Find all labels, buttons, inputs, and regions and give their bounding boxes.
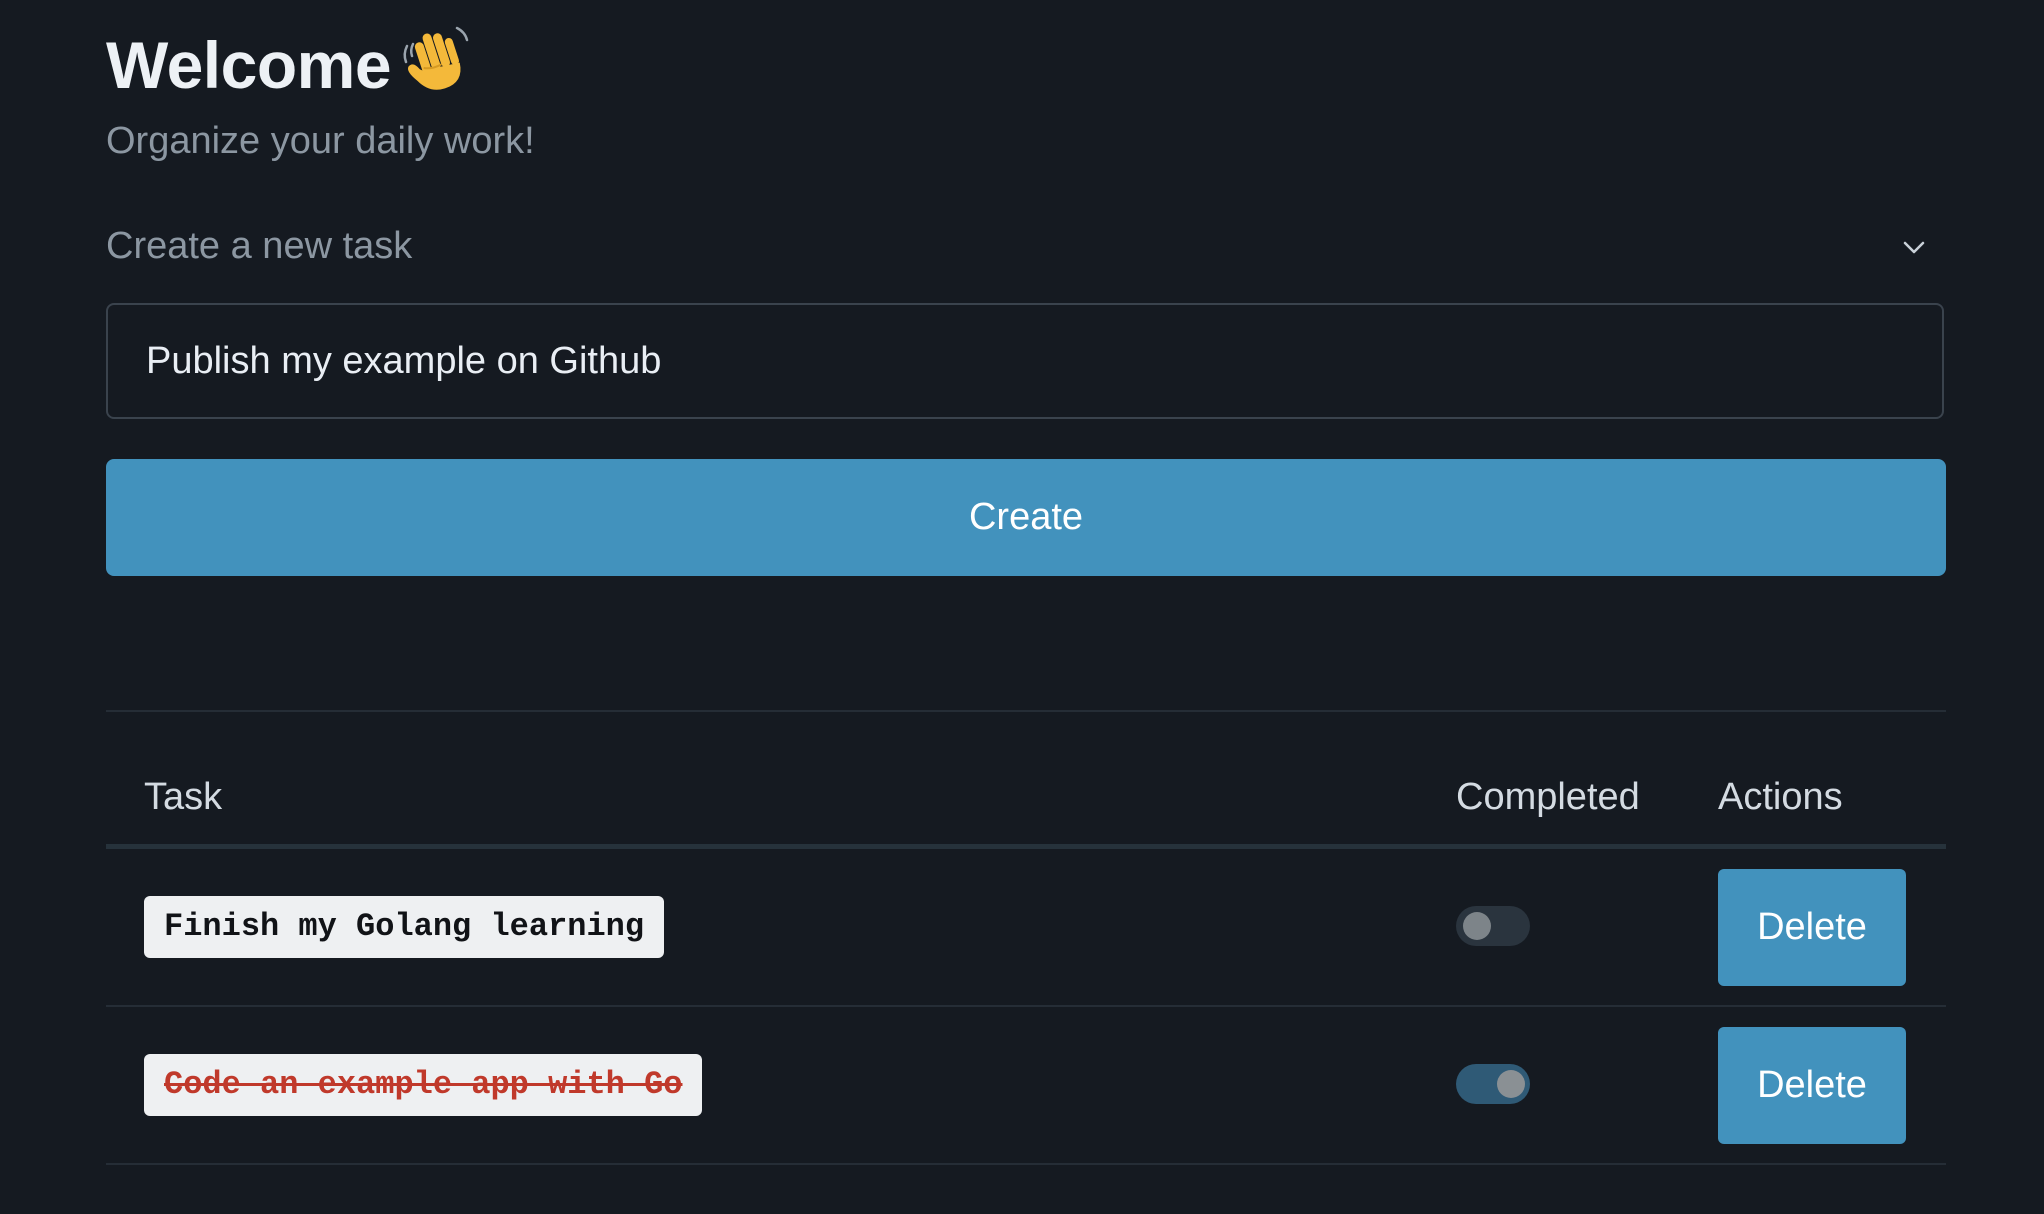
page-subtitle: Organize your daily work! — [106, 120, 535, 162]
toggle-knob — [1497, 1070, 1525, 1098]
delete-button[interactable]: Delete — [1718, 869, 1906, 986]
app-container: Welcome Organize your daily work! Create… — [106, 0, 1946, 1165]
column-header-actions: Actions — [1718, 776, 1843, 818]
completed-toggle[interactable] — [1456, 906, 1530, 946]
task-label-completed: Code an example app with Go — [144, 1054, 703, 1116]
chevron-down-icon — [1903, 241, 1925, 254]
tasks-table: Task Completed Actions Finish my Golang … — [106, 712, 1946, 1165]
new-task-input[interactable] — [106, 303, 1944, 419]
completed-toggle[interactable] — [1456, 1064, 1530, 1104]
create-task-collapse-label: Create a new task — [106, 225, 413, 267]
table-row: Finish my Golang learning Delete — [106, 849, 1946, 1007]
table-row: Code an example app with Go Delete — [106, 1007, 1946, 1165]
create-task-collapse-toggle[interactable]: Create a new task — [106, 205, 1946, 285]
waving-hand-icon — [403, 26, 469, 90]
page-title-text: Welcome — [106, 28, 392, 102]
toggle-knob — [1463, 912, 1491, 940]
header: Welcome Organize your daily work! — [106, 0, 1946, 178]
column-header-completed: Completed — [1456, 776, 1640, 818]
table-header: Task Completed Actions — [106, 712, 1946, 849]
create-button[interactable]: Create — [106, 459, 1946, 576]
task-label: Finish my Golang learning — [144, 896, 665, 958]
column-header-task: Task — [144, 776, 223, 818]
delete-button[interactable]: Delete — [1718, 1027, 1906, 1144]
page-title: Welcome — [106, 24, 471, 103]
